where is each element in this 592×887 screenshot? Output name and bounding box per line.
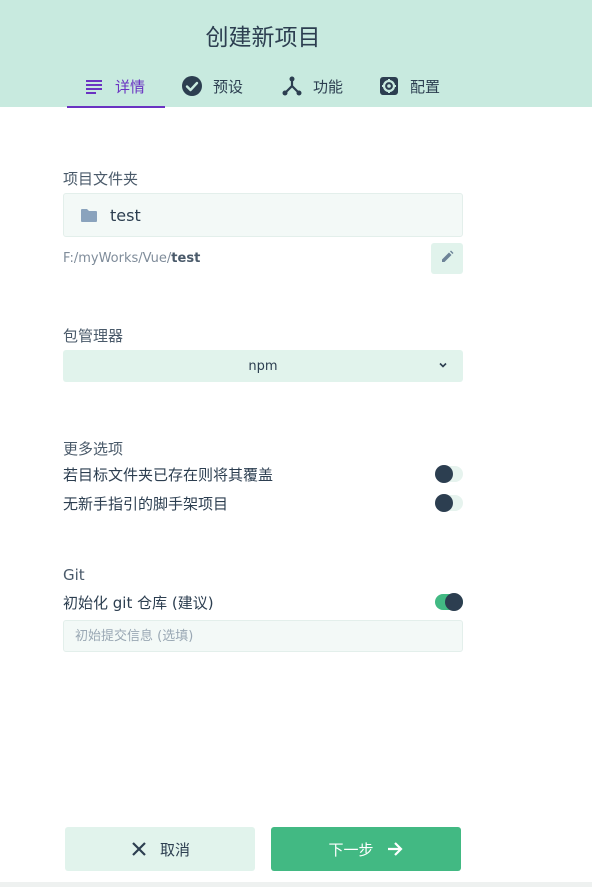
- page-title: 创建新项目: [205, 25, 321, 51]
- folder-path-name: test: [171, 251, 201, 266]
- chevron-down-icon: [437, 359, 449, 371]
- git-init-label: 初始化 git 仓库 (建议): [63, 593, 214, 612]
- folder-path-prefix: F:/myWorks/Vue/: [63, 251, 172, 266]
- package-manager-value: npm: [248, 358, 278, 374]
- project-folder-field[interactable]: test: [63, 193, 463, 237]
- overwrite-toggle[interactable]: [435, 465, 463, 483]
- git-label: Git: [63, 566, 85, 584]
- project-folder-value: test: [110, 205, 141, 225]
- tab-presets-label: 预设: [213, 77, 244, 96]
- arrow-right-icon: [386, 840, 404, 858]
- tab-features[interactable]: 功能: [265, 64, 362, 108]
- no-guide-option-label: 无新手指引的脚手架项目: [63, 494, 229, 513]
- more-options-label: 更多选项: [63, 440, 124, 458]
- cancel-button-label: 取消: [159, 840, 190, 859]
- fork-icon: [281, 75, 303, 97]
- tab-bar: 详情 预设 功能 配置: [67, 64, 456, 108]
- package-manager-label: 包管理器: [63, 327, 124, 345]
- commit-message-input[interactable]: [63, 620, 463, 652]
- toggle-knob: [435, 494, 453, 512]
- tab-config-label: 配置: [410, 77, 441, 96]
- tab-features-label: 功能: [313, 77, 344, 96]
- no-guide-toggle[interactable]: [435, 494, 463, 512]
- edit-path-button[interactable]: [431, 243, 463, 274]
- package-manager-select[interactable]: npm: [63, 350, 463, 382]
- git-init-toggle[interactable]: [435, 593, 463, 611]
- close-icon: [130, 840, 148, 858]
- bottom-divider: [0, 882, 592, 887]
- folder-icon: [80, 207, 98, 223]
- pencil-icon: [440, 249, 454, 268]
- tab-presets[interactable]: 预设: [165, 64, 265, 108]
- folder-path: F:/myWorks/Vue/test: [63, 251, 200, 266]
- check-circle-icon: [181, 75, 203, 97]
- cancel-button[interactable]: 取消: [65, 827, 255, 871]
- settings-icon: [378, 75, 400, 97]
- folder-label: 项目文件夹: [63, 170, 139, 188]
- toggle-knob: [445, 593, 463, 611]
- list-icon: [83, 75, 105, 97]
- no-guide-option: 无新手指引的脚手架项目: [63, 491, 463, 515]
- tab-details-label: 详情: [115, 77, 146, 96]
- tab-details[interactable]: 详情: [67, 64, 165, 108]
- next-button-label: 下一步: [328, 840, 374, 859]
- header: 创建新项目 详情 预设 功能 配置: [0, 0, 592, 108]
- next-button[interactable]: 下一步: [271, 827, 461, 871]
- git-init-option: 初始化 git 仓库 (建议): [63, 590, 463, 614]
- overwrite-option-label: 若目标文件夹已存在则将其覆盖: [63, 465, 274, 484]
- tab-config[interactable]: 配置: [362, 64, 456, 108]
- overwrite-option: 若目标文件夹已存在则将其覆盖: [63, 462, 463, 486]
- toggle-knob: [435, 465, 453, 483]
